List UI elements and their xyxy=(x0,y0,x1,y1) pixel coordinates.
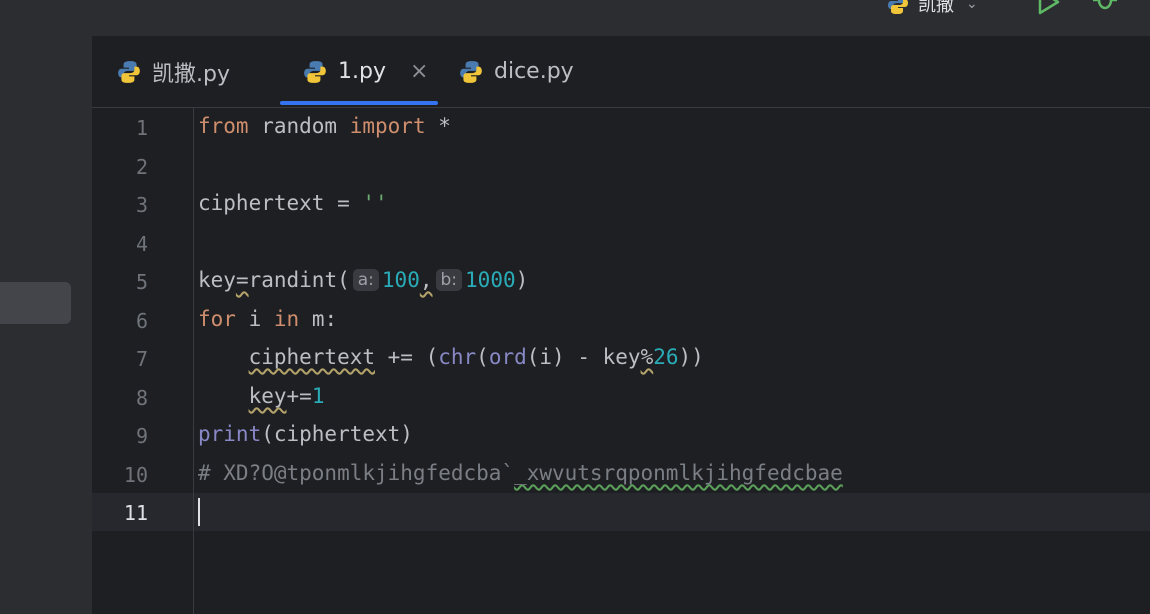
identifier: random xyxy=(248,114,350,138)
line-number: 3 xyxy=(135,193,148,217)
keyword: import xyxy=(349,114,426,138)
line-number: 5 xyxy=(135,270,148,294)
line-number: 8 xyxy=(135,386,148,410)
line-number-current: 11 xyxy=(123,501,148,525)
tab-label: dice.py xyxy=(494,59,574,84)
tab-dice-py[interactable]: dice.py xyxy=(458,36,574,107)
tab-label: 1.py xyxy=(338,59,386,84)
selected-panel-item[interactable] xyxy=(0,282,71,324)
tab-caesar-py[interactable]: 凯撒.py xyxy=(116,36,230,107)
keyword: from xyxy=(198,114,249,138)
comment-typo: _xwvutsrqponmlkjihgfedcbae xyxy=(514,461,843,485)
identifier: * xyxy=(425,114,451,138)
operator: = xyxy=(235,268,249,292)
identifier: ciphertext = xyxy=(198,191,363,215)
builtin-function: chr xyxy=(438,345,477,369)
punctuation: , xyxy=(419,268,433,292)
keyword: in xyxy=(273,307,300,331)
identifier: m: xyxy=(299,307,338,331)
python-icon xyxy=(304,60,326,83)
code-line-1[interactable]: from random import * xyxy=(198,114,451,138)
main-toolbar: 凯撒 ⌄ xyxy=(0,0,1150,36)
bug-icon[interactable] xyxy=(1090,0,1120,16)
identifier: key xyxy=(198,268,236,292)
parameter-hint: b: xyxy=(435,269,463,291)
gutter-separator xyxy=(193,108,194,614)
code-editor[interactable]: 1 2 3 4 5 6 7 8 9 10 11 from random impo… xyxy=(92,108,1150,614)
python-icon xyxy=(888,0,908,14)
close-icon[interactable]: × xyxy=(410,59,428,84)
identifier: (ciphertext) xyxy=(261,422,413,446)
identifier: (i) - xyxy=(526,345,603,369)
punctuation: ) xyxy=(515,268,529,292)
punctuation: ( xyxy=(476,345,489,369)
text-caret xyxy=(198,498,200,526)
active-tab-indicator xyxy=(280,101,438,105)
code-line-6[interactable]: for i in m: xyxy=(198,307,337,331)
project-panel xyxy=(0,36,92,614)
tab-label: 凯撒.py xyxy=(152,61,230,87)
punctuation: )) xyxy=(678,345,704,369)
line-number: 10 xyxy=(123,463,148,487)
code-line-9[interactable]: print(ciphertext) xyxy=(198,422,413,446)
code-line-7[interactable]: ciphertext += (chr(ord(i) - key%26)) xyxy=(198,345,704,369)
keyword: for xyxy=(198,307,236,331)
line-number: 4 xyxy=(135,232,148,256)
code-line-10[interactable]: # XD?O@tponmlkjihgfedcba`_xwvutsrqponmlk… xyxy=(198,461,843,485)
play-icon[interactable] xyxy=(1034,0,1062,16)
run-configuration-selector[interactable]: 凯撒 ⌄ xyxy=(886,0,978,16)
identifier: key xyxy=(602,345,641,369)
chevron-down-icon: ⌄ xyxy=(966,0,978,12)
line-number: 1 xyxy=(135,116,148,140)
code-line-3[interactable]: ciphertext = '' xyxy=(198,191,388,215)
line-number: 6 xyxy=(135,309,148,333)
operator: += ( xyxy=(375,345,439,369)
operator: += xyxy=(286,384,312,408)
current-line-highlight xyxy=(92,493,1150,531)
identifier: key xyxy=(248,384,287,408)
operator: % xyxy=(640,345,654,369)
line-number: 2 xyxy=(135,155,148,179)
code-line-8[interactable]: key+=1 xyxy=(198,384,325,408)
string-literal: '' xyxy=(362,191,388,215)
builtin-function: ord xyxy=(488,345,527,369)
line-number: 7 xyxy=(135,347,148,371)
number-literal: 26 xyxy=(653,345,679,369)
editor-tabs: 凯撒.py 1.py × dice.py xyxy=(92,36,1150,108)
builtin-function: print xyxy=(198,422,262,446)
identifier: ciphertext xyxy=(248,345,376,369)
python-icon xyxy=(460,60,482,83)
number-literal: 1 xyxy=(311,384,325,408)
number-literal: 100 xyxy=(381,268,420,292)
run-configuration-label: 凯撒 xyxy=(918,0,954,16)
python-icon xyxy=(118,60,140,83)
identifier: i xyxy=(235,307,274,331)
tab-1-py[interactable]: 1.py × xyxy=(302,36,428,107)
parameter-hint: a: xyxy=(352,269,379,291)
code-line-5[interactable]: key=randint(a: 100, b: 1000) xyxy=(198,268,528,293)
comment: # XD?O@tponmlkjihgfedcba` xyxy=(198,461,515,485)
number-literal: 1000 xyxy=(465,268,516,292)
function-call: randint( xyxy=(248,268,350,292)
line-number: 9 xyxy=(135,424,148,448)
